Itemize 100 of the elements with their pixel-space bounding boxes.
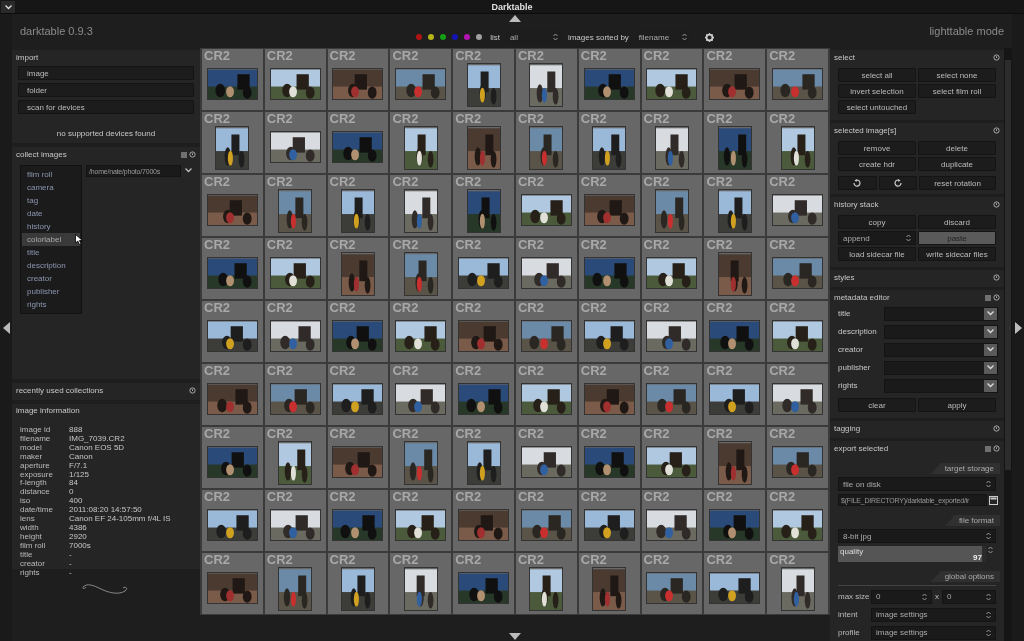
thumbnail-cell[interactable]: CR2: [767, 427, 828, 488]
thumbnail-cell[interactable]: CR2: [264, 490, 326, 551]
select-button[interactable]: select all: [838, 68, 916, 82]
menu-item[interactable]: film roll: [22, 168, 80, 181]
import-button[interactable]: image: [18, 66, 194, 80]
import-button[interactable]: scan for devices: [18, 100, 194, 114]
thumbnail-cell[interactable]: CR2: [641, 175, 703, 236]
color-label-dot[interactable]: [428, 34, 435, 40]
thumbnail-cell[interactable]: CR2: [578, 112, 640, 173]
thumbnail-cell[interactable]: CR2: [578, 301, 640, 362]
history-button[interactable]: discard: [918, 215, 996, 229]
metadata-button[interactable]: apply: [918, 398, 996, 412]
menu-item[interactable]: creator: [22, 272, 80, 285]
thumbnail-cell[interactable]: CR2: [327, 490, 389, 551]
thumbnail-cell[interactable]: CR2: [767, 238, 828, 299]
thumbnail-cell[interactable]: CR2: [704, 238, 766, 299]
format-dropdown[interactable]: 8-bit jpg: [838, 529, 996, 543]
thumbnail-cell[interactable]: CR2: [453, 427, 514, 488]
thumbnail-cell[interactable]: CR2: [327, 238, 389, 299]
thumbnail-cell[interactable]: CR2: [327, 427, 389, 488]
dropdown-button[interactable]: [984, 379, 997, 392]
thumbnail-cell[interactable]: CR2: [641, 301, 703, 362]
thumbnail-cell[interactable]: CR2: [578, 49, 640, 110]
width-field[interactable]: 0: [871, 589, 932, 604]
thumbnail-cell[interactable]: CR2: [202, 112, 263, 173]
thumbnail-cell[interactable]: CR2: [516, 238, 577, 299]
reset-icon[interactable]: [993, 201, 1000, 208]
down-arrow-icon[interactable]: [509, 633, 521, 640]
reset-icon[interactable]: [189, 387, 196, 394]
menu-item[interactable]: tag: [22, 194, 80, 207]
thumbnail-cell[interactable]: CR2: [767, 490, 828, 551]
thumbnail-cell[interactable]: CR2: [453, 553, 514, 614]
thumbnail-cell[interactable]: CR2: [264, 301, 326, 362]
profile-dropdown[interactable]: image settings: [871, 625, 996, 640]
thumbnail-cell[interactable]: CR2: [704, 175, 766, 236]
height-field[interactable]: 0: [941, 589, 996, 604]
thumbnail-cell[interactable]: CR2: [327, 49, 389, 110]
color-label-dot[interactable]: [476, 34, 483, 40]
storage-dropdown[interactable]: file on disk: [838, 477, 996, 491]
menu-item[interactable]: publisher: [22, 285, 80, 298]
section-title[interactable]: history stack: [834, 200, 879, 209]
menu-item[interactable]: history: [22, 220, 80, 233]
thumbnail-cell[interactable]: CR2: [704, 553, 766, 614]
thumbnail-cell[interactable]: CR2: [704, 490, 766, 551]
thumbnail-cell[interactable]: CR2: [641, 238, 703, 299]
import-button[interactable]: folder: [18, 83, 194, 97]
thumbnail-cell[interactable]: CR2: [202, 427, 263, 488]
thumbnail-cell[interactable]: CR2: [641, 364, 703, 425]
thumbnail-cell[interactable]: CR2: [327, 175, 389, 236]
menu-item[interactable]: description: [22, 259, 80, 272]
thumbnail-cell[interactable]: CR2: [202, 238, 263, 299]
section-title[interactable]: image information: [16, 406, 80, 415]
metadata-button[interactable]: clear: [838, 398, 916, 412]
thumbnail-cell[interactable]: CR2: [327, 301, 389, 362]
section-title[interactable]: export selected: [834, 444, 889, 453]
thumbnail-cell[interactable]: CR2: [578, 175, 640, 236]
thumbnail-cell[interactable]: CR2: [767, 553, 828, 614]
thumbnail-cell[interactable]: CR2: [327, 112, 389, 173]
thumbnail-cell[interactable]: CR2: [264, 553, 326, 614]
thumbnail-cell[interactable]: CR2: [516, 364, 577, 425]
menu-item[interactable]: date: [22, 207, 80, 220]
dropdown-button[interactable]: [984, 343, 997, 356]
thumbnail-cell[interactable]: CR2: [390, 427, 452, 488]
thumbnail-cell[interactable]: CR2: [704, 49, 766, 110]
thumbnail-cell[interactable]: CR2: [202, 364, 263, 425]
up-arrow-icon[interactable]: [509, 15, 521, 22]
thumbnail-cell[interactable]: CR2: [767, 301, 828, 362]
metadata-field[interactable]: [884, 378, 998, 393]
reset-icon[interactable]: [189, 151, 196, 158]
collapse-button[interactable]: [1, 1, 15, 13]
thumbnail-cell[interactable]: CR2: [264, 112, 326, 173]
thumbnail-cell[interactable]: CR2: [202, 553, 263, 614]
select-button[interactable]: select none: [918, 68, 996, 82]
color-label-dot[interactable]: [416, 34, 423, 40]
thumbnail-cell[interactable]: CR2: [453, 49, 514, 110]
rotate-right-button[interactable]: [878, 176, 917, 190]
color-label-dot[interactable]: [440, 34, 447, 40]
thumbnail-cell[interactable]: CR2: [453, 364, 514, 425]
thumbnail-cell[interactable]: CR2: [264, 238, 326, 299]
dropdown-button[interactable]: [185, 165, 192, 173]
thumbnail-cell[interactable]: CR2: [390, 175, 452, 236]
dropdown-button[interactable]: [984, 361, 997, 374]
metadata-field[interactable]: [884, 342, 998, 357]
thumbnail-cell[interactable]: CR2: [453, 112, 514, 173]
dropdown-button[interactable]: [984, 325, 997, 338]
sidecar-button[interactable]: write sidecar files: [918, 247, 996, 261]
select-button[interactable]: select film roll: [918, 84, 996, 98]
section-title[interactable]: styles: [834, 273, 855, 282]
sidecar-button[interactable]: load sidecar file: [838, 247, 916, 261]
presets-icon[interactable]: [181, 151, 187, 158]
thumbnail-cell[interactable]: CR2: [767, 175, 828, 236]
thumbnail-cell[interactable]: CR2: [767, 49, 828, 110]
thumbnail-cell[interactable]: CR2: [578, 553, 640, 614]
mode-dropdown[interactable]: append: [838, 231, 916, 245]
thumbnail-cell[interactable]: CR2: [578, 490, 640, 551]
reset-icon[interactable]: [993, 127, 1000, 134]
right-arrow-icon[interactable]: [1014, 321, 1022, 334]
reset-icon[interactable]: [993, 274, 1000, 281]
thumbnail-cell[interactable]: CR2: [453, 301, 514, 362]
thumbnail-cell[interactable]: CR2: [516, 301, 577, 362]
